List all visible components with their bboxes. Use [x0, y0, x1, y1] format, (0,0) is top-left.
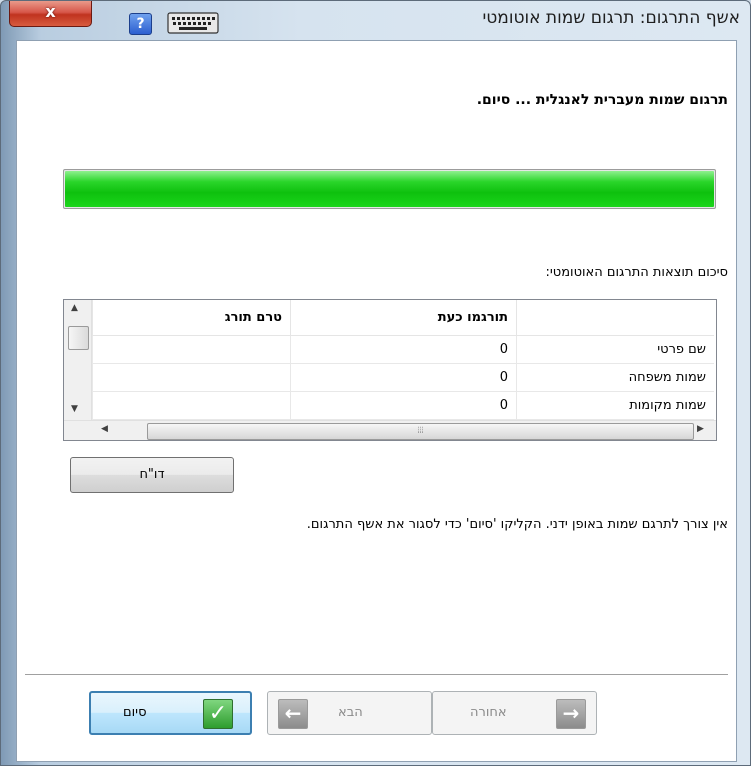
- table-cell: שם פרטי: [516, 336, 714, 363]
- close-icon: x: [45, 2, 56, 21]
- info-text: אין צורך לתרגם שמות באופן ידני. הקליקו '…: [306, 517, 728, 532]
- arrow-right-icon: →: [556, 699, 586, 729]
- table-row[interactable]: שמות משפחה 0: [92, 364, 714, 392]
- vertical-scroll-thumb[interactable]: [68, 326, 89, 350]
- scroll-right-icon[interactable]: ▶: [697, 424, 704, 434]
- help-icon[interactable]: ?: [129, 13, 152, 35]
- results-table[interactable]: תורגמו כעת טרם תורג שם פרטי 0 שמות משפחה…: [63, 299, 717, 441]
- status-headline: תרגום שמות מעברית לאנגלית ... סיום.: [476, 92, 728, 108]
- column-header-translated-now[interactable]: תורגמו כעת: [290, 300, 516, 335]
- table-row[interactable]: שם פרטי 0: [92, 336, 714, 364]
- scroll-down-icon[interactable]: ▼: [71, 404, 78, 414]
- back-button-label: אחורה: [470, 705, 507, 720]
- finish-button-label: סיום: [123, 705, 147, 720]
- checkmark-icon: ✓: [203, 699, 233, 729]
- table-cell: 0: [290, 392, 516, 419]
- horizontal-scrollbar[interactable]: ◀ ⦙⦙⦙ ▶: [64, 420, 716, 440]
- window-title: אשף התרגום: תרגום שמות אוטומטי: [482, 8, 740, 28]
- wizard-content: תרגום שמות מעברית לאנגלית ... סיום. סיכו…: [16, 40, 737, 762]
- table-cell: שמות מקומות: [516, 392, 714, 419]
- back-button[interactable]: אחורה →: [432, 691, 597, 735]
- summary-label: סיכום תוצאות התרגום האוטומטי:: [545, 265, 728, 280]
- vertical-scrollbar[interactable]: ▲ ▼: [64, 300, 92, 420]
- arrow-left-icon: ←: [278, 699, 308, 729]
- table-cell: 0: [290, 364, 516, 391]
- table-cell: 0: [290, 336, 516, 363]
- next-button[interactable]: ← הבא: [267, 691, 432, 735]
- table-cell: [92, 364, 290, 391]
- footer-divider: [25, 674, 728, 675]
- report-button[interactable]: דו"ח: [70, 457, 234, 493]
- scroll-left-icon[interactable]: ◀: [101, 424, 108, 434]
- table-cell: [92, 392, 290, 419]
- progress-bar: [63, 169, 716, 209]
- horizontal-scroll-thumb[interactable]: ⦙⦙⦙: [147, 423, 694, 440]
- column-header-not-translated[interactable]: טרם תורג: [92, 300, 290, 335]
- wizard-window: x ? אשף התרגום: תרגום שמות אוטומטי תרגום…: [0, 0, 751, 766]
- progress-fill: [65, 171, 714, 207]
- table-cell: [92, 336, 290, 363]
- scroll-up-icon[interactable]: ▲: [71, 303, 78, 313]
- finish-button[interactable]: סיום ✓: [89, 691, 252, 735]
- table-header: תורגמו כעת טרם תורג: [92, 300, 714, 336]
- keyboard-icon[interactable]: [167, 12, 219, 34]
- table-cell: שמות משפחה: [516, 364, 714, 391]
- close-button[interactable]: x: [9, 1, 92, 27]
- next-button-label: הבא: [338, 705, 363, 720]
- table-row[interactable]: שמות מקומות 0: [92, 392, 714, 420]
- column-header-category[interactable]: [516, 300, 714, 335]
- title-bar: x ? אשף התרגום: תרגום שמות אוטומטי: [1, 1, 750, 40]
